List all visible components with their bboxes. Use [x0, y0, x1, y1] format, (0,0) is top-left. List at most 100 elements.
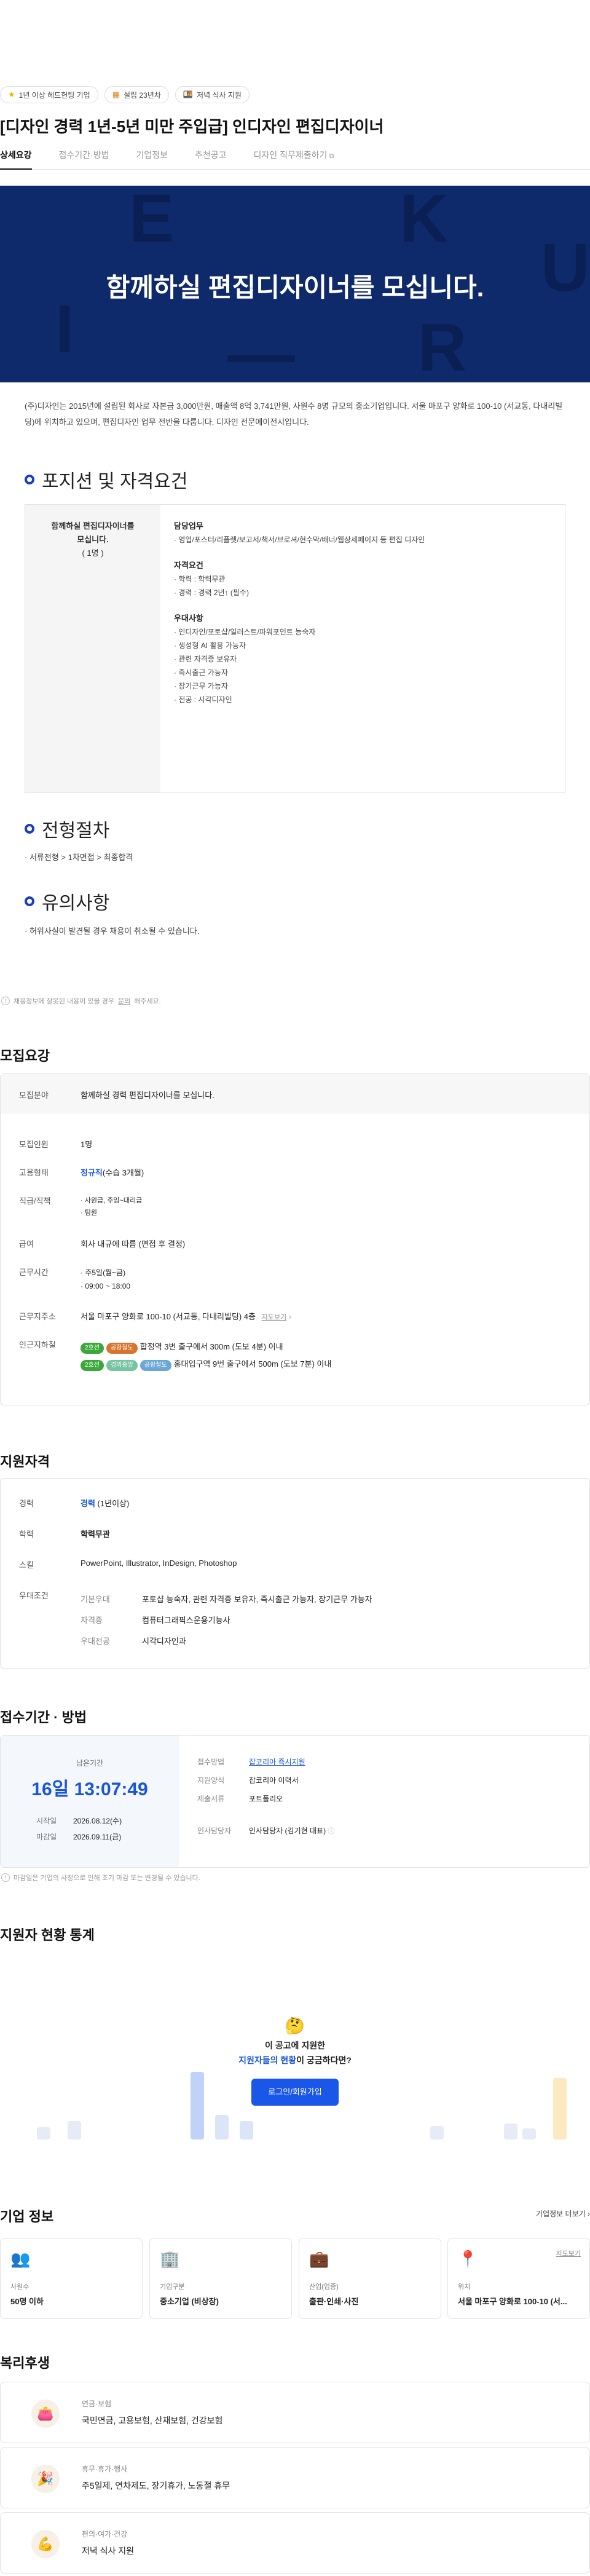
- section-caution: 유의사항: [25, 888, 109, 915]
- row-label: 모집인원: [19, 1140, 49, 1149]
- list-item: · 즉시출근 가능자: [174, 668, 228, 677]
- address-row: 근무지주소 서울 마포구 양화로 100-10 (서교동, 다내리빌딩) 4층 지…: [19, 1310, 291, 1322]
- row-label: 학력: [19, 1530, 34, 1539]
- pref-item: 우대전공 시각디자인과: [81, 1631, 372, 1652]
- list-item: · 생성형 AI 활용 가능자: [174, 641, 246, 650]
- remain-panel: 남은기간 16일 13:07:49 시작일 2026.08.12(수) 마감일 …: [1, 1736, 179, 1867]
- duty-group: 담당업무 · 영업/포스터/리플렛/보고서/책서/브로셔/현수막/배너/웹상세페…: [174, 520, 551, 547]
- start-label: 시작일: [36, 1817, 57, 1825]
- report-link[interactable]: 문의: [118, 996, 130, 1006]
- group-title: 우대사항: [174, 614, 203, 623]
- job-title: [디자인 경력 1년-5년 미만 주입급] 인디자인 편집디자이너: [0, 117, 384, 136]
- banner-letter: R: [418, 310, 467, 382]
- welfare-heading: 복리후생: [0, 2355, 50, 2371]
- line-tag: 2호선: [81, 1360, 104, 1371]
- apply-card: 남은기간 16일 13:07:49 시작일 2026.08.12(수) 마감일 …: [0, 1735, 590, 1868]
- party-icon: 🎉: [31, 2465, 60, 2493]
- row-value: 인사담당자 (김기현 대표): [249, 1827, 326, 1835]
- notice-text: 채용정보에 잘못된 내용이 있을 경우: [14, 998, 115, 1005]
- requirement-group: 자격요건 · 학력 : 학력무관 · 경력 : 경력 2년↑ (필수): [174, 559, 551, 599]
- row-sub: (1년이상): [97, 1499, 130, 1508]
- list-item: · 학력 : 학력무관: [174, 575, 226, 583]
- card-label: 산업(업종): [309, 2283, 339, 2291]
- company-card-employees: 👥 사원수 50명 이하: [0, 2238, 143, 2319]
- welfare-title: 휴무·휴가·행사: [82, 2465, 128, 2473]
- star-icon: ★: [8, 90, 15, 99]
- row-label: 인근지하철: [19, 1340, 56, 1349]
- tab-design-submit[interactable]: 디자인 직무제출하기 ⧉: [254, 145, 334, 170]
- start-date: 2026.08.12(수): [73, 1817, 122, 1825]
- line-tag: 공항철도: [106, 1343, 138, 1354]
- position-table: 함께하실 편집디자이너를 모십니다. ( 1명 ) 담당업무 · 영업/포스터/…: [25, 504, 565, 793]
- tab-label: 디자인 직무제출하기: [253, 150, 328, 160]
- blur-bar: [215, 2115, 229, 2139]
- map-link[interactable]: 지도보기: [556, 2248, 581, 2258]
- help-icon[interactable]: ⓘ: [328, 1828, 334, 1835]
- end-date: 2026.09.11(금): [73, 1833, 122, 1841]
- apply-method-link[interactable]: 잡코리아 즉시지원: [249, 1758, 305, 1766]
- qual-heading: 지원자격: [0, 1454, 50, 1469]
- row-value: 회사 내규에 따름 (면접 후 결정): [81, 1239, 186, 1249]
- welfare-title: 편의·여가·건강: [82, 2530, 128, 2538]
- section-title: 전형절차: [42, 821, 110, 841]
- subway-item: 2호선 공항철도 합정역 3번 출구에서 300m (도보 4분) 이내: [81, 1338, 331, 1356]
- row-value: 정규직: [81, 1168, 103, 1177]
- line-tag: 경의중앙: [106, 1360, 138, 1371]
- prompt-line-2: 이 궁금하다면?: [296, 2055, 352, 2065]
- tab-company[interactable]: 기업정보: [136, 145, 168, 170]
- company-more-link[interactable]: 기업정보 더보기 ›: [536, 2208, 590, 2219]
- row-value: 포트폴리오: [249, 1795, 283, 1803]
- subway-text: 홍대입구역 9번 출구에서 500m (도보 7분) 이내: [173, 1359, 332, 1369]
- field-row: 모집분야 함께하실 경력 편집디자이너를 모십니다.: [19, 1089, 214, 1100]
- row-label: 스킬: [19, 1560, 34, 1570]
- pension-icon: 👛: [31, 2400, 60, 2428]
- row-value: 학력무관: [81, 1530, 110, 1539]
- company-card-industry: 💼 산업(업종) 출판·인쇄·사진: [299, 2238, 441, 2319]
- people-icon: 👥: [10, 2250, 31, 2268]
- job-banner: E K U I R — 함께하실 편집디자이너를 모십니다.: [0, 186, 590, 382]
- tab-detail[interactable]: 상세요강: [0, 145, 32, 170]
- section-position: 포지션 및 자격요건: [25, 466, 187, 493]
- career-row: 경력 경력 (1년이상): [19, 1497, 129, 1509]
- row-label: 우대조건: [19, 1591, 49, 1600]
- pref-value: 포토샵 능숙자, 관련 자격증 보유자, 즉시출근 가능자, 장기근무 가능자: [142, 1595, 372, 1604]
- row-label: 제출서류: [197, 1795, 225, 1803]
- external-link-icon: ⧉: [329, 152, 334, 160]
- login-button[interactable]: 로그인/회원가입: [251, 2079, 339, 2106]
- thinking-icon: 🤔: [285, 2017, 305, 2035]
- list-item: · 전공 : 시각디자인: [174, 695, 232, 704]
- subway-text: 합정역 3번 출구에서 300m (도보 4분) 이내: [140, 1342, 283, 1351]
- welfare-title: 연금·보험: [82, 2400, 112, 2408]
- list-item: · 인디자인/포토샵/일러스트/파워포인트 능숙자: [174, 628, 316, 636]
- pref-key: 우대전공: [81, 1637, 110, 1646]
- pay-row: 급여 회사 내규에 따름 (면접 후 결정): [19, 1238, 185, 1249]
- apply-footnote: ! 마감일은 기업의 사정으로 인해 조기 마감 또는 변경될 수 있습니다.: [1, 1873, 200, 1883]
- row-value: PowerPoint, Illustrator, InDesign, Photo…: [81, 1559, 237, 1568]
- blur-bar: [522, 2128, 536, 2139]
- card-value: 중소기업 (비상장): [160, 2297, 219, 2306]
- badge-headhunting: ★ 1년 이상 헤드헌팅 기업: [0, 86, 98, 103]
- tab-recommend[interactable]: 추천공고: [195, 145, 227, 170]
- list-item: · 관련 자격증 보유자: [174, 655, 237, 663]
- blur-bar: [240, 2121, 253, 2139]
- list-item: · 장기근무 가능자: [174, 682, 228, 690]
- pref-key: 자격증: [81, 1616, 103, 1625]
- office-icon: 🏢: [160, 2250, 180, 2268]
- welfare-value: 저녁 식사 지원: [82, 2546, 135, 2556]
- row-value: 함께하실 경력 편집디자이너를 모십니다.: [81, 1091, 214, 1100]
- row-label: 근무시간: [19, 1268, 49, 1277]
- pref-row: 우대조건 기본우대 포토샵 능숙자, 관련 자격증 보유자, 즉시출근 가능자, …: [19, 1589, 372, 1652]
- pref-item: 기본우대 포토샵 능숙자, 관련 자격증 보유자, 즉시출근 가능자, 장기근무 …: [81, 1589, 372, 1610]
- group-title: 자격요건: [174, 561, 203, 570]
- recruit-heading: 모집요강: [0, 1048, 50, 1064]
- badge-label: 1년 이상 헤드헌팅 기업: [18, 90, 90, 100]
- blur-bar: [37, 2127, 50, 2139]
- card-label: 사원수: [10, 2283, 30, 2291]
- subway-row: 인근지하철 2호선 공항철도 합정역 3번 출구에서 300m (도보 4분) 이내…: [19, 1338, 331, 1373]
- map-link[interactable]: 지도보기: [262, 1314, 286, 1321]
- list-item: · 09:00 ~ 18:00: [81, 1282, 131, 1290]
- prompt-line-1: 이 공고에 지원한: [265, 2041, 325, 2050]
- skill-row: 스킬 PowerPoint, Illustrator, InDesign, Pho…: [19, 1559, 237, 1570]
- type-row: 고용형태 정규직(수습 3개월): [19, 1166, 144, 1178]
- tab-apply[interactable]: 접수기간·방법: [59, 145, 109, 170]
